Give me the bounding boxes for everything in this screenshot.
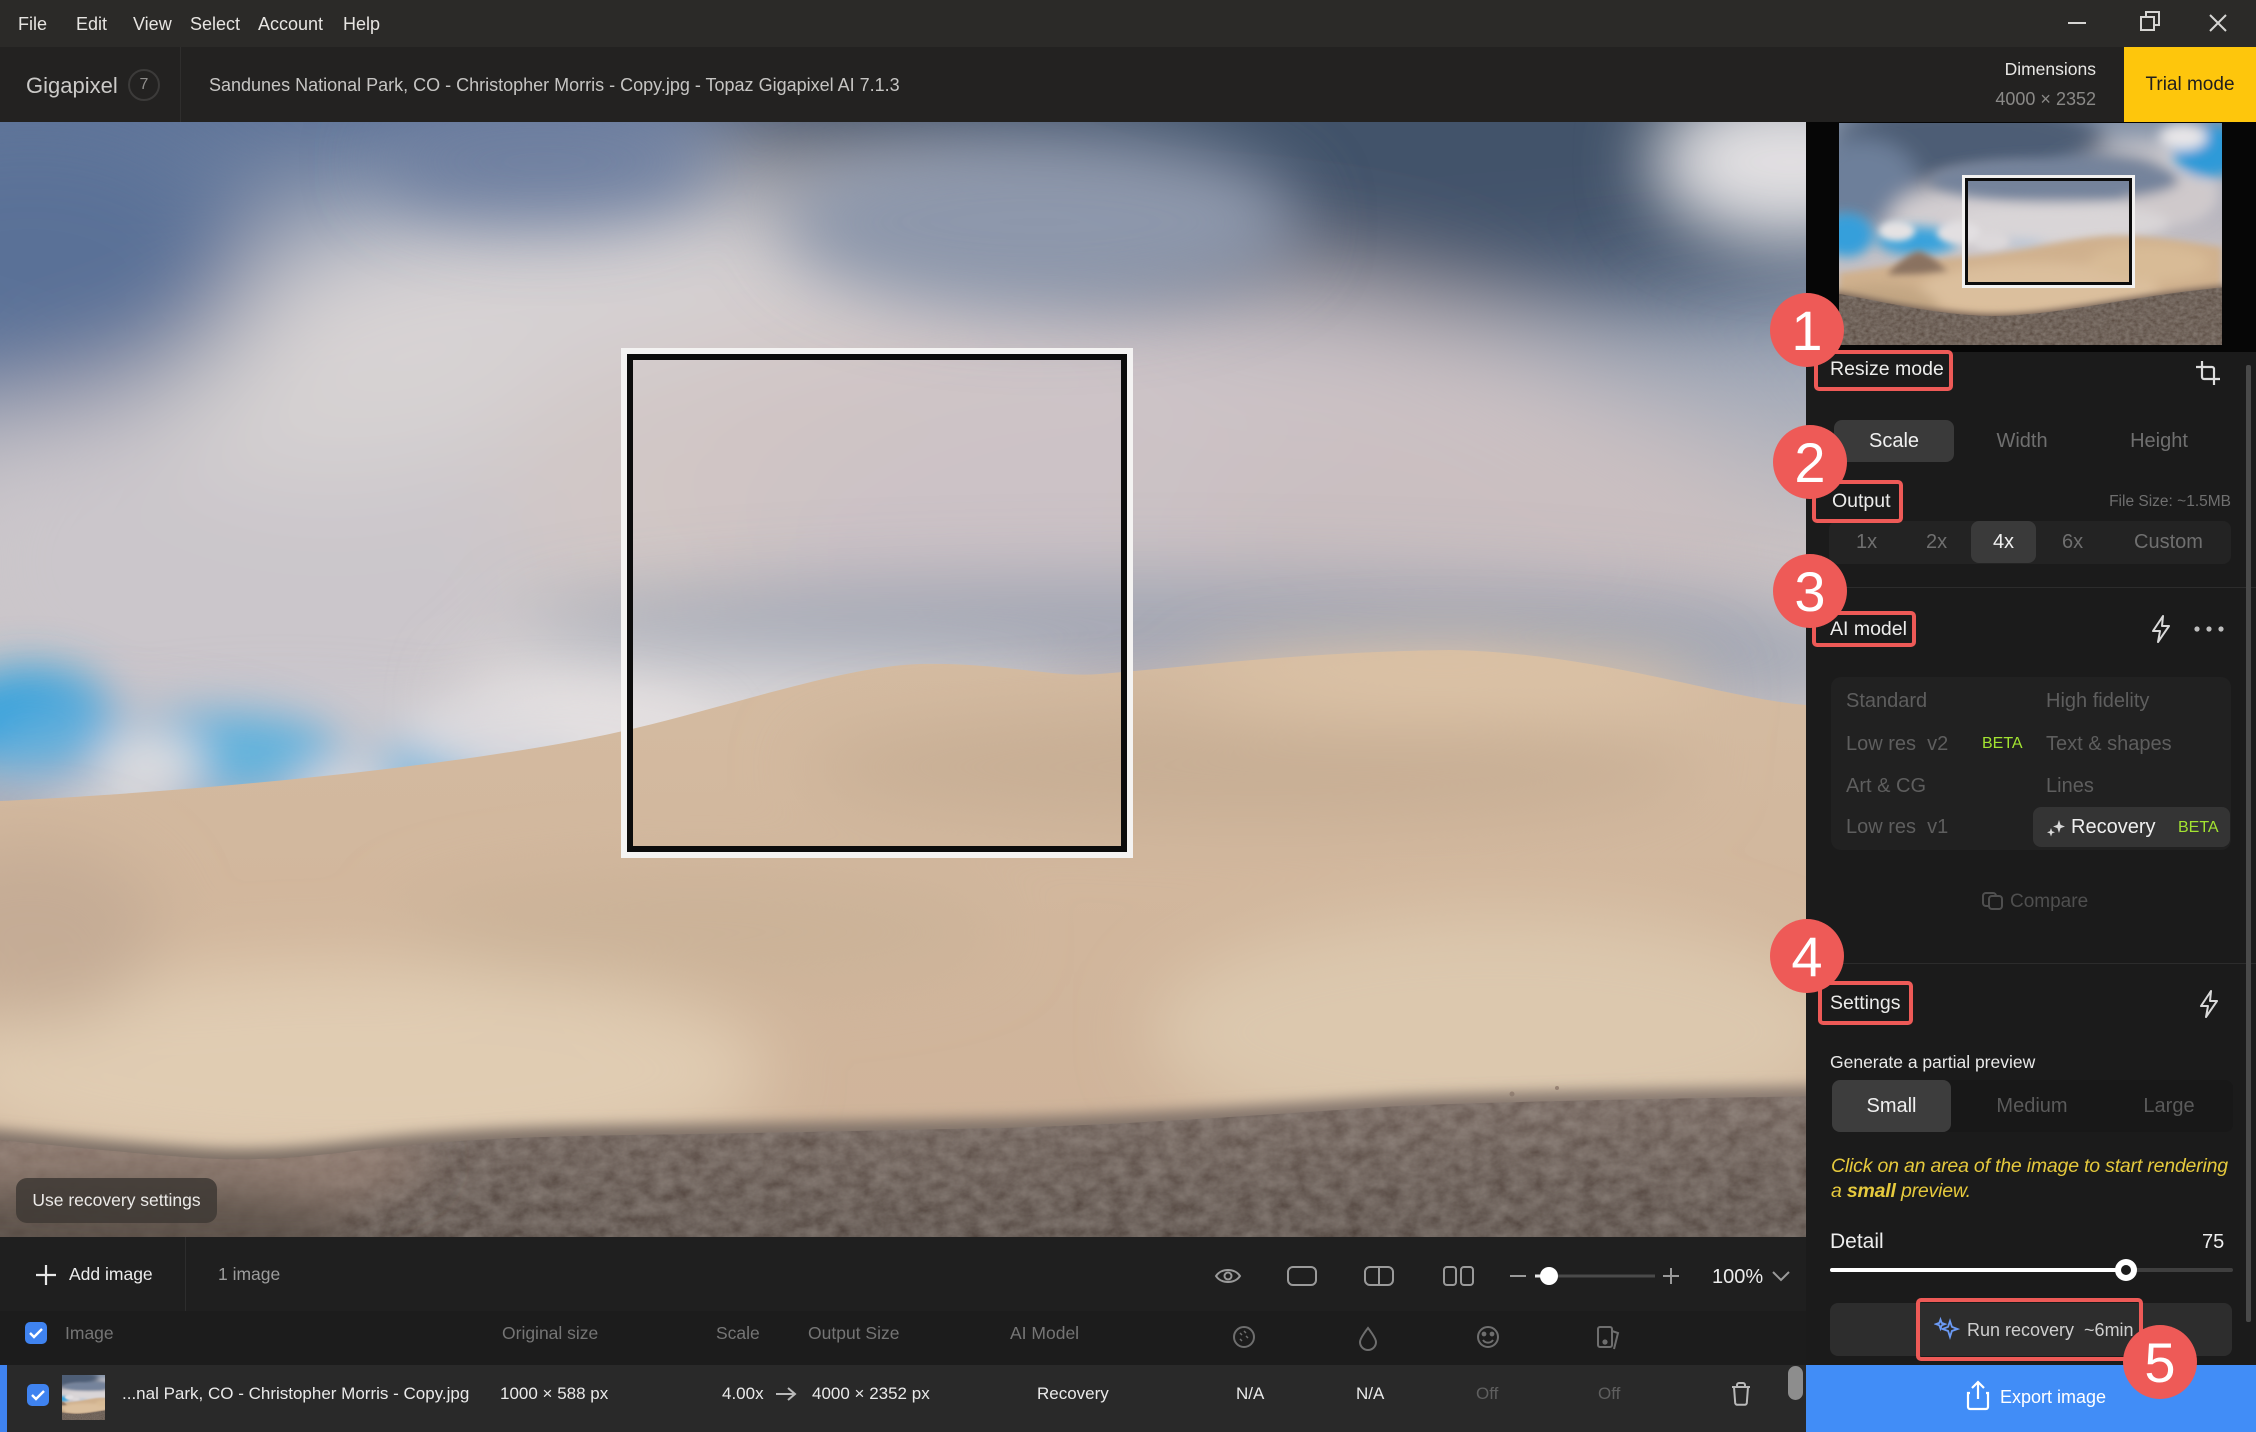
svg-text:100%: 100%	[1712, 1266, 1763, 1288]
